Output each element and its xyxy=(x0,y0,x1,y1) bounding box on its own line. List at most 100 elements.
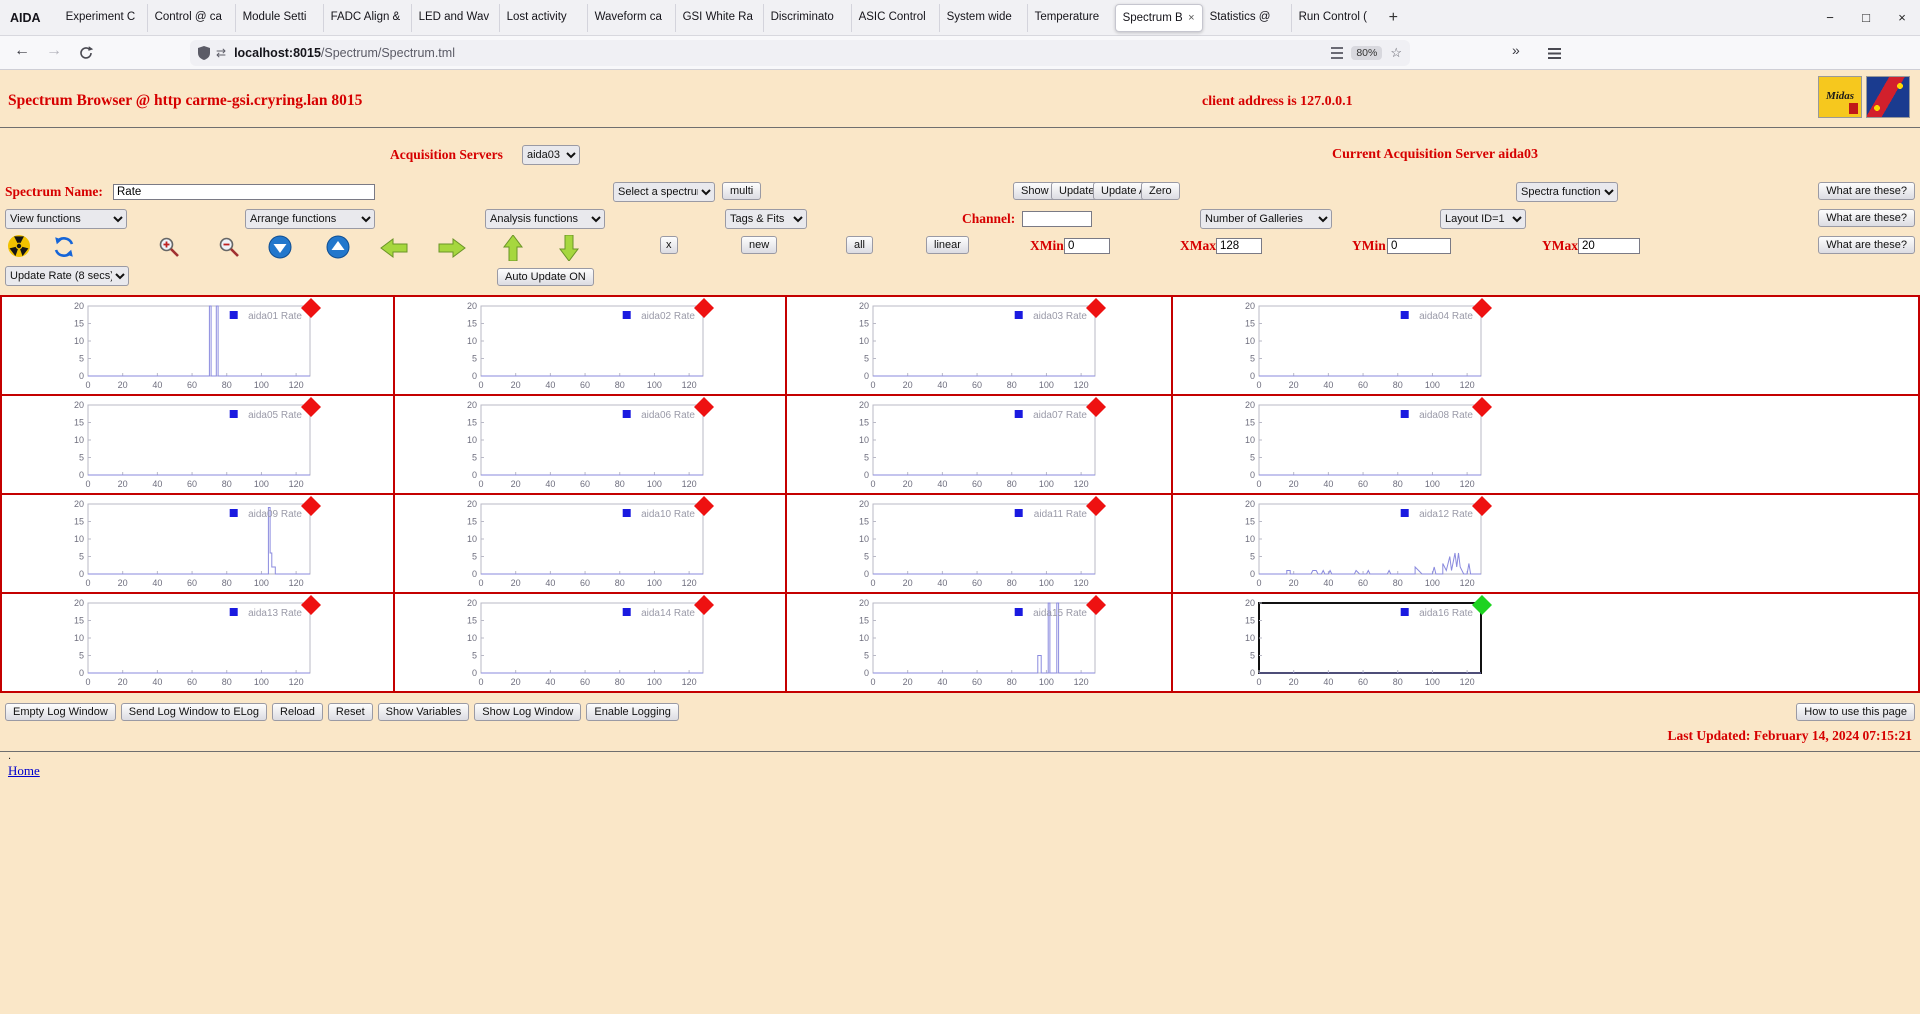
spectrum-panel[interactable]: 05101520020406080100120aida16 Rate xyxy=(1173,594,1918,691)
browser-tab[interactable]: Lost activity xyxy=(499,4,587,32)
shield-icon[interactable] xyxy=(198,46,210,60)
spectrum-name-input[interactable] xyxy=(113,184,375,200)
browser-tab[interactable]: Statistics @ xyxy=(1203,4,1291,32)
back-icon[interactable]: ← xyxy=(14,42,30,60)
new-button[interactable]: new xyxy=(741,236,777,254)
spectrum-panel[interactable]: 05101520020406080100120aida08 Rate xyxy=(1173,396,1918,493)
linear-button[interactable]: linear xyxy=(926,236,969,254)
window-controls: − □ × xyxy=(1812,10,1920,25)
browser-tab[interactable]: Experiment C xyxy=(59,4,147,32)
spectrum-panel[interactable]: 05101520020406080100120aida11 Rate xyxy=(787,495,1171,592)
refresh-icon[interactable] xyxy=(52,235,76,259)
reader-mode-icon[interactable] xyxy=(1331,47,1343,59)
spectrum-panel[interactable]: 05101520020406080100120aida05 Rate xyxy=(2,396,393,493)
show-log-window-button[interactable]: Show Log Window xyxy=(474,703,581,721)
browser-tab[interactable]: Run Control ( xyxy=(1291,4,1379,32)
svg-text:60: 60 xyxy=(187,677,197,687)
reload-button[interactable]: Reload xyxy=(272,703,323,721)
browser-tab[interactable]: ASIC Control xyxy=(851,4,939,32)
tab-close-icon[interactable]: × xyxy=(1188,12,1194,24)
zero-button[interactable]: Zero xyxy=(1141,182,1180,200)
browser-tab[interactable]: Spectrum B× xyxy=(1115,4,1203,32)
divider xyxy=(0,751,1920,752)
multi-button[interactable]: multi xyxy=(722,182,761,200)
select-spectrum-dropdown[interactable]: Select a spectrum xyxy=(613,182,715,202)
browser-tab[interactable]: FADC Align & xyxy=(323,4,411,32)
spectrum-panel[interactable]: 05101520020406080100120aida06 Rate xyxy=(395,396,785,493)
browser-tab[interactable]: Module Setti xyxy=(235,4,323,32)
fair-logo[interactable] xyxy=(1866,76,1910,118)
spectrum-panel[interactable]: 05101520020406080100120aida12 Rate xyxy=(1173,495,1918,592)
show-variables-button[interactable]: Show Variables xyxy=(378,703,470,721)
what-are-these-button[interactable]: What are these? xyxy=(1818,236,1915,254)
move-right-icon[interactable] xyxy=(438,237,466,259)
arrange-functions-dropdown[interactable]: Arrange functions xyxy=(245,209,375,229)
xmin-input[interactable] xyxy=(1064,238,1110,254)
bookmark-star-icon[interactable]: ☆ xyxy=(1390,45,1402,61)
reset-button[interactable]: Reset xyxy=(328,703,373,721)
what-are-these-button[interactable]: What are these? xyxy=(1818,209,1915,227)
permissions-icon[interactable]: ⇄ xyxy=(216,46,226,60)
spectrum-panel[interactable]: 05101520020406080100120aida01 Rate xyxy=(2,297,393,394)
number-of-galleries-dropdown[interactable]: Number of Galleries xyxy=(1200,209,1332,229)
forward-icon[interactable]: → xyxy=(46,42,62,60)
spectrum-panel[interactable]: 05101520020406080100120aida14 Rate xyxy=(395,594,785,691)
browser-tab[interactable]: GSI White Ra xyxy=(675,4,763,32)
spectrum-panel[interactable]: 05101520020406080100120aida10 Rate xyxy=(395,495,785,592)
minimize-icon[interactable]: − xyxy=(1812,10,1848,25)
zoom-out-icon[interactable] xyxy=(218,236,240,258)
what-are-these-button[interactable]: What are these? xyxy=(1818,182,1915,200)
empty-log-button[interactable]: Empty Log Window xyxy=(5,703,116,721)
move-down-icon[interactable] xyxy=(558,235,580,261)
toolbar-overflow-icon[interactable]: » xyxy=(1512,42,1520,58)
move-up-icon[interactable] xyxy=(502,235,524,261)
svg-text:40: 40 xyxy=(545,380,555,390)
browser-tab[interactable]: Discriminato xyxy=(763,4,851,32)
zoom-level-badge[interactable]: 80% xyxy=(1351,46,1382,60)
xmax-input[interactable] xyxy=(1216,238,1262,254)
send-log-elog-button[interactable]: Send Log Window to ELog xyxy=(121,703,267,721)
hamburger-menu-icon[interactable] xyxy=(1548,48,1561,59)
spectrum-panel[interactable]: 05101520020406080100120aida09 Rate xyxy=(2,495,393,592)
spectrum-panel[interactable]: 05101520020406080100120aida13 Rate xyxy=(2,594,393,691)
auto-update-button[interactable]: Auto Update ON xyxy=(497,268,594,286)
reload-icon[interactable] xyxy=(78,45,94,61)
midas-logo[interactable]: Midas xyxy=(1818,76,1862,118)
maximize-icon[interactable]: □ xyxy=(1848,10,1884,25)
home-link[interactable]: Home xyxy=(8,763,40,779)
gallery-next-icon[interactable] xyxy=(326,235,350,259)
layout-id-dropdown[interactable]: Layout ID=1 xyxy=(1440,209,1526,229)
enable-logging-button[interactable]: Enable Logging xyxy=(586,703,678,721)
all-button[interactable]: all xyxy=(846,236,873,254)
view-functions-dropdown[interactable]: View functions xyxy=(5,209,127,229)
analysis-functions-dropdown[interactable]: Analysis functions xyxy=(485,209,605,229)
url-bar[interactable]: ⇄ localhost:8015/Spectrum/Spectrum.tml 8… xyxy=(190,40,1410,66)
spectrum-panel[interactable]: 05101520020406080100120aida07 Rate xyxy=(787,396,1171,493)
show-button[interactable]: Show xyxy=(1013,182,1057,200)
spectra-functions-dropdown[interactable]: Spectra functions xyxy=(1516,182,1618,202)
browser-tab[interactable]: Control @ ca xyxy=(147,4,235,32)
close-icon[interactable]: × xyxy=(1884,10,1920,25)
new-tab-button[interactable]: + xyxy=(1389,9,1398,27)
acq-server-select[interactable]: aida03 xyxy=(522,145,580,165)
tags-fits-dropdown[interactable]: Tags & Fits xyxy=(725,209,807,229)
ymin-input[interactable] xyxy=(1387,238,1451,254)
radiation-icon[interactable] xyxy=(8,235,30,257)
svg-text:0: 0 xyxy=(1256,677,1261,687)
browser-tab[interactable]: Waveform ca xyxy=(587,4,675,32)
spectrum-panel[interactable]: 05101520020406080100120aida03 Rate xyxy=(787,297,1171,394)
browser-tab[interactable]: Temperature xyxy=(1027,4,1115,32)
x-button[interactable]: x xyxy=(660,236,678,254)
how-to-use-button[interactable]: How to use this page xyxy=(1796,703,1915,721)
zoom-in-icon[interactable] xyxy=(158,236,180,258)
spectrum-panel[interactable]: 05101520020406080100120aida15 Rate xyxy=(787,594,1171,691)
move-left-icon[interactable] xyxy=(380,237,408,259)
spectrum-panel[interactable]: 05101520020406080100120aida04 Rate xyxy=(1173,297,1918,394)
browser-tab[interactable]: System wide xyxy=(939,4,1027,32)
spectrum-panel[interactable]: 05101520020406080100120aida02 Rate xyxy=(395,297,785,394)
browser-tab[interactable]: LED and Wav xyxy=(411,4,499,32)
ymax-input[interactable] xyxy=(1578,238,1640,254)
channel-input[interactable] xyxy=(1022,211,1092,227)
gallery-prev-icon[interactable] xyxy=(268,235,292,259)
update-rate-dropdown[interactable]: Update Rate (8 secs) xyxy=(5,266,129,286)
